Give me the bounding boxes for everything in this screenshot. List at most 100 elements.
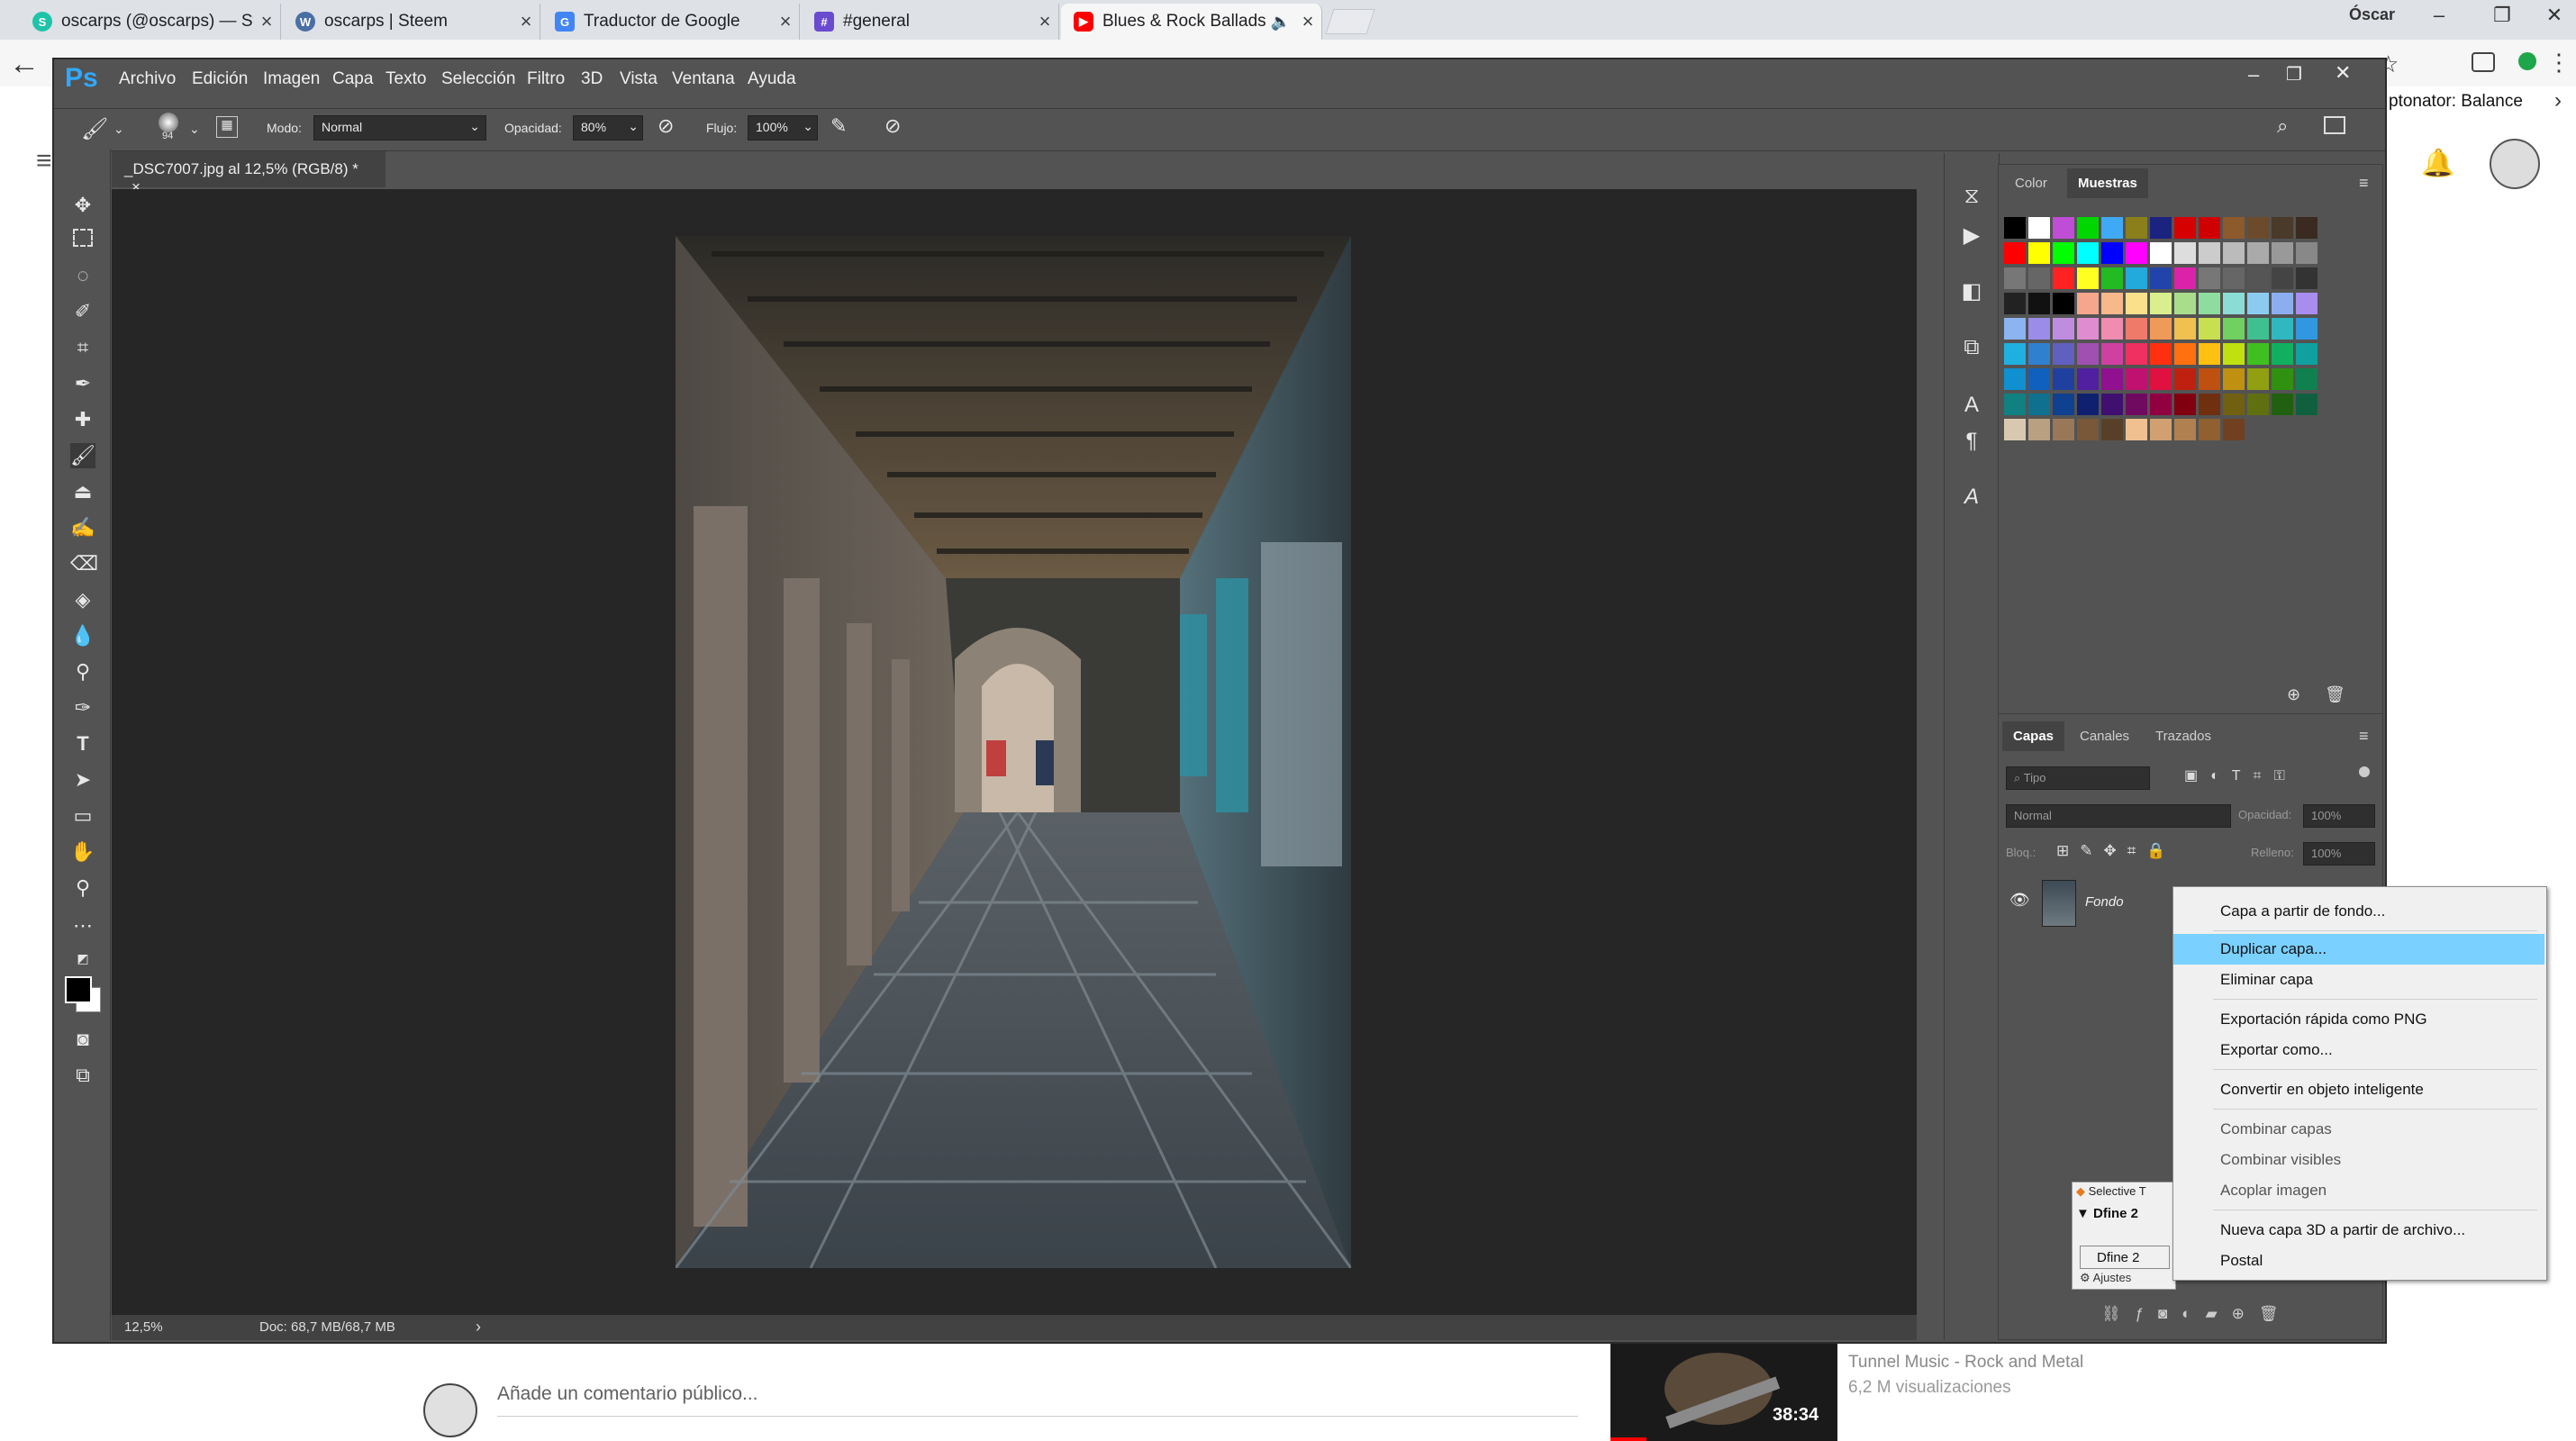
color-swatch[interactable]: [2150, 394, 2172, 415]
color-swatch[interactable]: [2174, 394, 2196, 415]
color-swatch[interactable]: [2150, 318, 2172, 340]
comment-input[interactable]: Añade un comentario público...: [497, 1383, 758, 1405]
zoom-level[interactable]: 12,5%: [124, 1319, 163, 1335]
actions-play-icon[interactable]: ▶: [1957, 222, 1986, 250]
workspace-icon[interactable]: [2324, 116, 2345, 134]
pressure-size-icon[interactable]: ⊘: [884, 114, 901, 138]
chevron-down-icon[interactable]: ⌄: [189, 122, 200, 137]
menu-item-nueva-capa-3d[interactable]: Nueva capa 3D a partir de archivo...: [2173, 1215, 2544, 1246]
color-swatch[interactable]: [2150, 242, 2172, 264]
mode-select[interactable]: Normal ⌄: [313, 115, 486, 140]
color-swatch[interactable]: [2247, 394, 2269, 415]
color-swatch[interactable]: [2126, 293, 2147, 314]
menu-item-combinar-capas[interactable]: Combinar capas: [2173, 1114, 2544, 1145]
menu-filtro[interactable]: Filtro: [527, 69, 565, 89]
color-swatch[interactable]: [2101, 318, 2123, 340]
path-select-tool-icon[interactable]: ➤: [70, 767, 95, 793]
color-swatch[interactable]: [2126, 242, 2147, 264]
color-swatch[interactable]: [2247, 368, 2269, 390]
color-swatch[interactable]: [2296, 267, 2317, 289]
color-swatch[interactable]: [2150, 343, 2172, 365]
color-swatch[interactable]: [2272, 394, 2293, 415]
color-swatch[interactable]: [2053, 293, 2074, 314]
color-swatch[interactable]: [2053, 368, 2074, 390]
color-swatch[interactable]: [2174, 343, 2196, 365]
color-swatch[interactable]: [2296, 343, 2317, 365]
color-swatch[interactable]: [2126, 368, 2147, 390]
chevron-down-icon[interactable]: ⌄: [113, 122, 124, 137]
color-swatch[interactable]: [2053, 217, 2074, 239]
color-swatch[interactable]: [2053, 318, 2074, 340]
paragraph-panel-icon[interactable]: ¶: [1957, 427, 1986, 456]
video-title[interactable]: Tunnel Music - Rock and Metal: [1848, 1353, 2083, 1373]
color-swatch[interactable]: [2028, 394, 2050, 415]
more-tools-icon[interactable]: ⋯: [70, 913, 95, 938]
color-swatch[interactable]: [2272, 343, 2293, 365]
filter-toggle-icon[interactable]: [2359, 766, 2370, 777]
color-swatch[interactable]: [2077, 394, 2099, 415]
color-swatch[interactable]: [2077, 318, 2099, 340]
color-swatch[interactable]: [2101, 242, 2123, 264]
color-swatch[interactable]: [2077, 293, 2099, 314]
color-swatch[interactable]: [2004, 343, 2026, 365]
color-swatch[interactable]: [2126, 419, 2147, 440]
color-swatch[interactable]: [2272, 217, 2293, 239]
color-swatch[interactable]: [2296, 368, 2317, 390]
menu-texto[interactable]: Texto: [385, 69, 426, 89]
color-swatch[interactable]: [2223, 242, 2245, 264]
color-swatch[interactable]: [2247, 217, 2269, 239]
color-swatch[interactable]: [2174, 318, 2196, 340]
pressure-opacity-icon[interactable]: ⊘: [658, 114, 674, 138]
screen-mode-icon[interactable]: ⧉: [70, 1063, 95, 1088]
color-swatch[interactable]: [2126, 394, 2147, 415]
color-swatch[interactable]: [2272, 242, 2293, 264]
paint-bucket-tool-icon[interactable]: ◈: [70, 587, 95, 612]
tab-canales[interactable]: Canales: [2069, 721, 2140, 751]
marquee-tool-icon[interactable]: [73, 229, 93, 247]
browser-tab-translate[interactable]: G Traductor de Google ×: [542, 4, 800, 40]
color-swatch[interactable]: [2272, 318, 2293, 340]
color-swatch[interactable]: [2077, 419, 2099, 440]
blend-mode-select[interactable]: Normal: [2006, 804, 2231, 828]
default-colors-icon[interactable]: ◩ ↺: [70, 946, 95, 991]
layer-filter-icons[interactable]: ▣◐T⌗⚿: [2184, 766, 2298, 784]
color-swatch[interactable]: [2004, 419, 2026, 440]
close-tab-icon[interactable]: ×: [512, 10, 540, 33]
color-swatch[interactable]: [2077, 343, 2099, 365]
color-swatch[interactable]: [2028, 368, 2050, 390]
color-swatch[interactable]: [2101, 217, 2123, 239]
color-swatch[interactable]: [2296, 293, 2317, 314]
color-swatch[interactable]: [2101, 419, 2123, 440]
blur-tool-icon[interactable]: 💧: [70, 623, 95, 648]
selective-tool-window[interactable]: ◆ Selective T ▼ Dfine 2 Dfine 2 ⚙ Ajuste…: [2072, 1182, 2176, 1290]
color-swatch[interactable]: [2199, 368, 2220, 390]
color-swatch[interactable]: [2223, 419, 2245, 440]
hand-tool-icon[interactable]: ✋: [70, 839, 95, 865]
color-swatch[interactable]: [2247, 242, 2269, 264]
menu-archivo[interactable]: Archivo: [119, 69, 176, 89]
camera-icon[interactable]: [2472, 52, 2495, 72]
color-swatch[interactable]: [2077, 368, 2099, 390]
tab-color[interactable]: Color: [2004, 168, 2058, 198]
color-swatch[interactable]: [2272, 267, 2293, 289]
menu-3d[interactable]: 3D: [581, 69, 603, 89]
color-swatch[interactable]: [2174, 242, 2196, 264]
type-tool-icon[interactable]: T: [70, 731, 95, 757]
menu-item-duplicar-capa[interactable]: Duplicar capa...: [2173, 934, 2544, 965]
layer-footer-icons[interactable]: ⛓ƒ◙◐▰⊕🗑: [2101, 1305, 2292, 1323]
color-swatch[interactable]: [2053, 267, 2074, 289]
ps-minimize-icon[interactable]: –: [2248, 63, 2259, 86]
color-swatch[interactable]: [2004, 318, 2026, 340]
color-swatch[interactable]: [2174, 217, 2196, 239]
browser-tab-steemit[interactable]: S oscarps (@oscarps) — St ×: [20, 4, 281, 40]
clone-source-panel-icon[interactable]: ⧉: [1957, 333, 1986, 362]
new-tab-button[interactable]: [1325, 9, 1375, 34]
history-panel-icon[interactable]: ⧖: [1957, 182, 1986, 211]
color-swatch[interactable]: [2174, 368, 2196, 390]
browser-tab-wordpress[interactable]: W oscarps | Steem ×: [283, 4, 540, 40]
color-swatch[interactable]: [2223, 217, 2245, 239]
photo-arcade-image[interactable]: [676, 236, 1351, 1268]
zoom-tool-icon[interactable]: ⚲: [70, 875, 95, 901]
color-swatch[interactable]: [2150, 368, 2172, 390]
color-swatch[interactable]: [2174, 267, 2196, 289]
